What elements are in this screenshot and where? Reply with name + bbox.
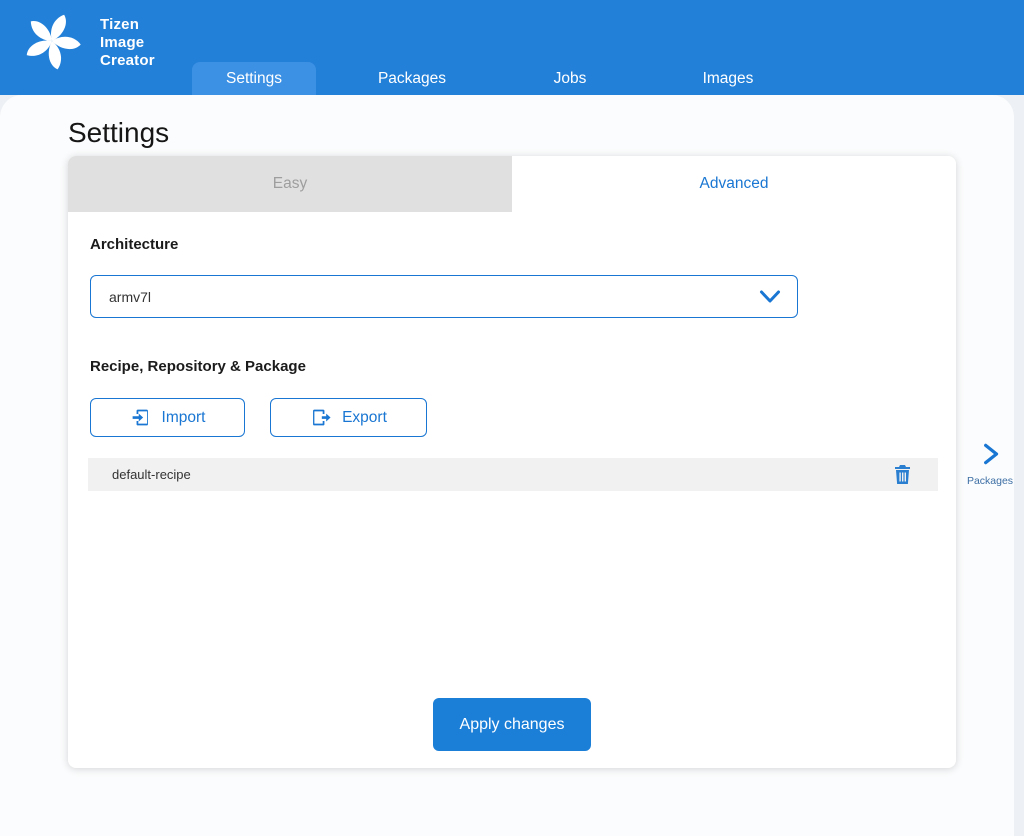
- architecture-label: Architecture: [90, 236, 178, 253]
- brand-line-1: Tizen: [100, 16, 155, 34]
- brand-line-3: Creator: [100, 52, 155, 70]
- nav-tab-jobs[interactable]: Jobs: [508, 62, 632, 95]
- chevron-right-icon: [977, 441, 1003, 467]
- export-button[interactable]: Export: [270, 398, 427, 437]
- settings-card: Easy Advanced Architecture armv7l Recipe…: [68, 156, 956, 768]
- architecture-selected-value: armv7l: [109, 289, 759, 305]
- packages-panel-toggle[interactable]: Packages: [960, 441, 1020, 487]
- tizen-pinwheel-icon: [20, 7, 84, 75]
- tab-easy[interactable]: Easy: [68, 156, 512, 212]
- export-icon: [310, 407, 331, 428]
- recipe-name: default-recipe: [112, 467, 191, 482]
- packages-toggle-label: Packages: [960, 475, 1020, 487]
- import-button-label: Import: [162, 409, 206, 427]
- brand-text: Tizen Image Creator: [100, 16, 155, 70]
- import-button[interactable]: Import: [90, 398, 245, 437]
- architecture-select[interactable]: armv7l: [90, 275, 798, 318]
- delete-recipe-button[interactable]: [892, 465, 912, 485]
- export-button-label: Export: [342, 409, 387, 427]
- app-header: Tizen Image Creator Settings Packages Jo…: [0, 0, 1024, 95]
- nav-tab-images[interactable]: Images: [666, 62, 790, 95]
- app-logo[interactable]: Tizen Image Creator: [20, 7, 155, 75]
- import-icon: [130, 407, 151, 428]
- recipe-section-label: Recipe, Repository & Package: [90, 358, 306, 375]
- apply-changes-button[interactable]: Apply changes: [433, 698, 591, 751]
- page-title: Settings: [68, 117, 169, 149]
- trash-icon: [894, 465, 911, 484]
- nav-tab-settings[interactable]: Settings: [192, 62, 316, 95]
- nav-tab-packages[interactable]: Packages: [350, 62, 474, 95]
- brand-line-2: Image: [100, 34, 155, 52]
- tab-advanced[interactable]: Advanced: [512, 156, 956, 212]
- chevron-down-icon: [759, 290, 781, 304]
- recipe-list-item: default-recipe: [88, 458, 938, 491]
- main-panel: Settings Easy Advanced Architecture armv…: [0, 95, 1014, 836]
